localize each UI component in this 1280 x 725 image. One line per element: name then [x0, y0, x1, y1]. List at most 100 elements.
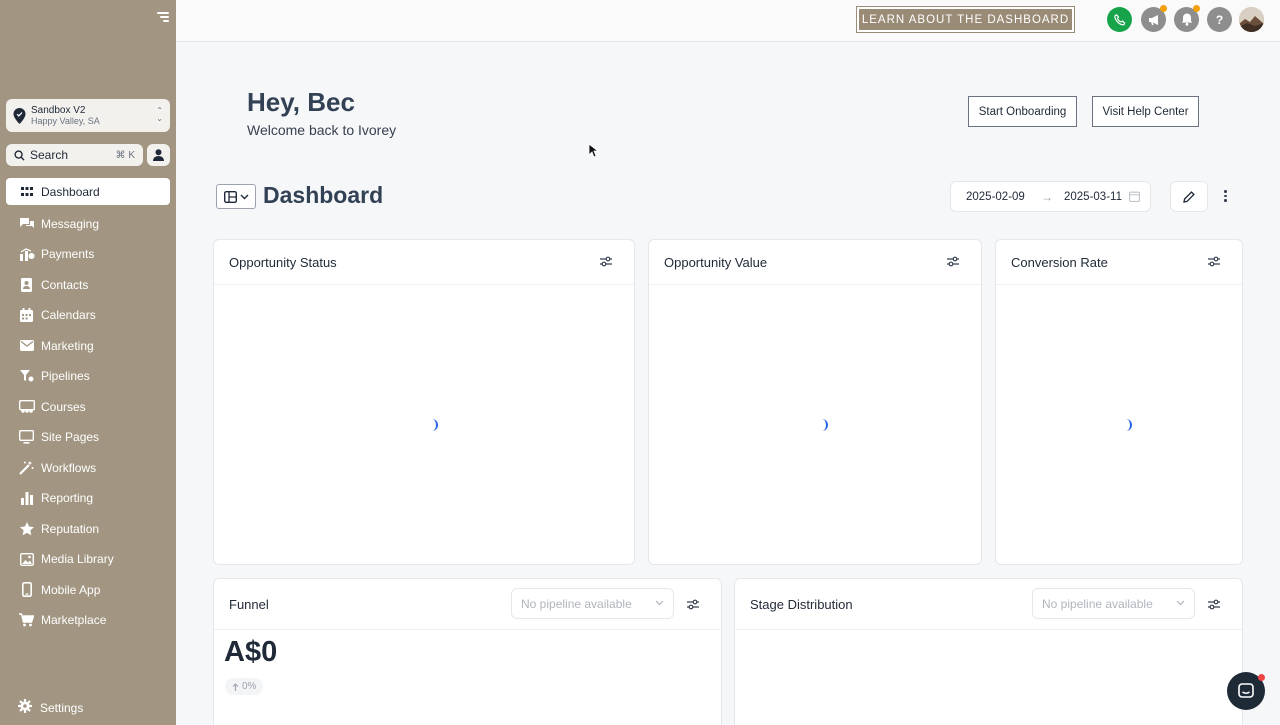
- chevron-down-icon: [240, 194, 248, 199]
- filter-sliders-icon[interactable]: [1208, 599, 1220, 610]
- sidebar-item-marketing[interactable]: Marketing: [6, 331, 170, 362]
- arrow-right-icon: →: [1041, 190, 1053, 204]
- sidebar-item-marketplace[interactable]: Marketplace: [6, 605, 170, 636]
- sidebar-item-reputation[interactable]: Reputation: [6, 514, 170, 545]
- date-range-picker[interactable]: 2025-02-09 → 2025-03-11: [950, 181, 1151, 212]
- envelope-icon: [18, 339, 35, 353]
- search-label: Search: [30, 148, 69, 162]
- opportunity-status-card: Opportunity Status: [213, 239, 635, 565]
- sidebar-item-media-library[interactable]: Media Library: [6, 544, 170, 575]
- sidebar-item-label: Workflows: [41, 460, 97, 475]
- user-profile-button[interactable]: [147, 144, 170, 166]
- top-bar: LEARN ABOUT THE DASHBOARD ?: [176, 0, 1280, 42]
- start-onboarding-button[interactable]: Start Onboarding: [968, 96, 1077, 127]
- pencil-icon: [1183, 190, 1195, 203]
- pipeline-select[interactable]: No pipeline available: [511, 588, 674, 619]
- sidebar-item-label: Calendars: [41, 308, 96, 323]
- filter-sliders-icon[interactable]: [947, 256, 959, 267]
- bar-chart-icon: [18, 491, 35, 505]
- collapse-sidebar-icon[interactable]: [155, 11, 169, 25]
- page-title: Dashboard: [263, 182, 384, 208]
- opportunity-value-card: Opportunity Value: [648, 239, 982, 565]
- conversion-rate-card: Conversion Rate: [995, 239, 1243, 565]
- help-icon: ?: [1215, 12, 1224, 27]
- pipeline-select[interactable]: No pipeline available: [1032, 588, 1195, 619]
- settings-label: Settings: [40, 700, 84, 715]
- phone-call-icon: [1113, 13, 1125, 25]
- courses-icon: [18, 399, 35, 414]
- search-shortcut: ⌘ K: [115, 149, 135, 161]
- sidebar-item-payments[interactable]: Payments: [6, 239, 170, 270]
- search-button[interactable]: Search ⌘ K: [6, 144, 143, 166]
- learn-about-dashboard-button[interactable]: LEARN ABOUT THE DASHBOARD: [856, 6, 1075, 33]
- sidebar-item-label: Mobile App: [41, 582, 101, 597]
- chat-launcher-button[interactable]: [1227, 672, 1265, 710]
- notifications-button[interactable]: [1174, 5, 1200, 32]
- layout-switcher-button[interactable]: [216, 184, 256, 209]
- filter-sliders-icon[interactable]: [687, 599, 699, 610]
- loading-spinner-icon: [432, 419, 438, 431]
- learn-label: LEARN ABOUT THE DASHBOARD: [859, 9, 1072, 30]
- sidebar-item-settings[interactable]: Settings: [18, 699, 83, 716]
- card-title: Conversion Rate: [1011, 254, 1108, 270]
- change-badge: 0%: [225, 678, 264, 695]
- sidebar-item-workflows[interactable]: Workflows: [6, 453, 170, 484]
- location-address: Happy Valley, SA: [31, 115, 100, 126]
- chevron-updown-icon: ⌃ ⌄: [156, 106, 163, 123]
- unread-dot: [1258, 674, 1265, 681]
- calendar-icon: [1129, 191, 1140, 202]
- change-value: 0%: [242, 681, 257, 692]
- cart-icon: [18, 613, 35, 627]
- sidebar-item-dashboard[interactable]: Dashboard: [6, 178, 170, 205]
- filter-sliders-icon[interactable]: [600, 256, 612, 267]
- edit-dashboard-button[interactable]: [1170, 181, 1208, 212]
- visit-help-center-button[interactable]: Visit Help Center: [1092, 96, 1199, 127]
- monitor-icon: [18, 430, 35, 444]
- sidebar-item-label: Contacts: [41, 277, 89, 292]
- pipeline-select-placeholder: No pipeline available: [521, 596, 632, 611]
- sidebar-item-label: Reputation: [41, 521, 100, 536]
- contacts-icon: [18, 277, 35, 292]
- location-switcher[interactable]: Sandbox V2 Happy Valley, SA ⌃ ⌄: [6, 99, 170, 132]
- layout-icon: [223, 190, 237, 203]
- sidebar-item-mobile-app[interactable]: Mobile App: [6, 575, 170, 606]
- sidebar-item-pipelines[interactable]: Pipelines: [6, 361, 170, 392]
- star-icon: [18, 521, 35, 536]
- sidebar-item-label: Dashboard: [41, 184, 100, 199]
- chevron-down-icon: [1176, 600, 1185, 606]
- loading-spinner-icon: [822, 419, 828, 431]
- stage-distribution-card: Stage Distribution No pipeline available: [734, 578, 1243, 725]
- sidebar-item-contacts[interactable]: Contacts: [6, 270, 170, 301]
- more-options-icon[interactable]: [1224, 190, 1228, 204]
- notification-dot: [1193, 5, 1200, 12]
- gear-icon: [18, 699, 32, 716]
- sidebar-item-label: Marketplace: [41, 613, 107, 628]
- image-icon: [18, 552, 35, 566]
- arrow-up-icon: [232, 682, 239, 691]
- phone-button[interactable]: [1107, 7, 1132, 32]
- user-icon: [153, 149, 164, 161]
- loading-spinner-icon: [1126, 419, 1132, 431]
- location-pin-icon: [13, 107, 26, 124]
- chat-bubble-icon: [1238, 683, 1254, 698]
- sidebar-item-reporting[interactable]: Reporting: [6, 483, 170, 514]
- greeting-heading: Hey, Bec: [247, 87, 355, 117]
- wand-icon: [18, 460, 35, 475]
- filter-sliders-icon[interactable]: [1208, 256, 1220, 267]
- location-name: Sandbox V2: [31, 104, 86, 116]
- search-icon: [14, 149, 25, 161]
- sidebar-item-label: Marketing: [41, 338, 94, 353]
- help-button[interactable]: ?: [1207, 7, 1232, 32]
- avatar[interactable]: [1239, 7, 1264, 32]
- announcements-button[interactable]: [1141, 5, 1167, 32]
- sidebar-item-courses[interactable]: Courses: [6, 392, 170, 423]
- sidebar-item-messaging[interactable]: Messaging: [6, 209, 170, 240]
- sidebar-item-site-pages[interactable]: Site Pages: [6, 422, 170, 453]
- sidebar-item-label: Media Library: [41, 552, 114, 567]
- sidebar-item-label: Pipelines: [41, 369, 90, 384]
- sidebar-item-calendars[interactable]: Calendars: [6, 300, 170, 331]
- date-start: 2025-02-09: [966, 191, 1025, 203]
- sidebar-nav: Dashboard Messaging Payments Contacts Ca…: [6, 178, 170, 636]
- sidebar: Sandbox V2 Happy Valley, SA ⌃ ⌄ Search ⌘ …: [0, 0, 176, 725]
- grid-icon: [18, 185, 35, 199]
